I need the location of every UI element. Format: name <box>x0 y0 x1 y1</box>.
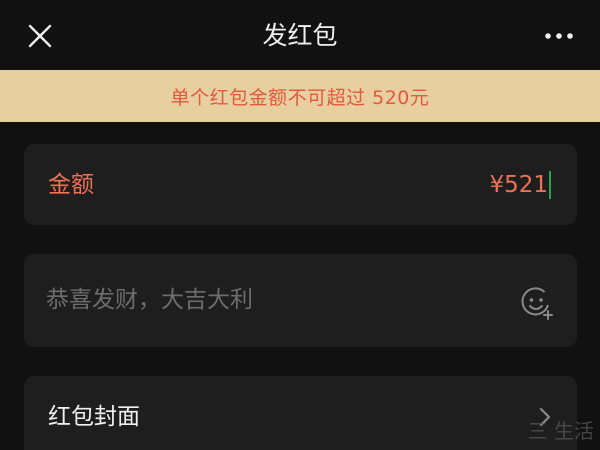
amount-value-text: ¥521 <box>489 172 548 198</box>
amount-limit-warning: 单个红包金额不可超过 520元 <box>0 70 600 122</box>
emoji-add-icon[interactable] <box>519 285 555 321</box>
greeting-field <box>24 254 577 347</box>
amount-field[interactable]: 金额 ¥521 <box>24 144 577 225</box>
cover-label: 红包封面 <box>48 404 140 430</box>
more-dots-icon[interactable] <box>544 24 574 48</box>
navbar: 发红包 <box>0 0 600 70</box>
greeting-input[interactable] <box>46 282 506 318</box>
amount-value[interactable]: ¥521 <box>489 168 551 202</box>
amount-label: 金额 <box>48 172 94 198</box>
text-cursor <box>549 171 551 199</box>
warning-text: 单个红包金额不可超过 520元 <box>170 86 430 109</box>
watermark: 三 生活 <box>527 419 594 443</box>
page-title: 发红包 <box>262 21 338 50</box>
red-packet-cover-row[interactable]: 红包封面 <box>24 376 577 450</box>
red-packet-screen: 发红包 单个红包金额不可超过 520元 金额 ¥521 红包封面 <box>0 0 600 450</box>
